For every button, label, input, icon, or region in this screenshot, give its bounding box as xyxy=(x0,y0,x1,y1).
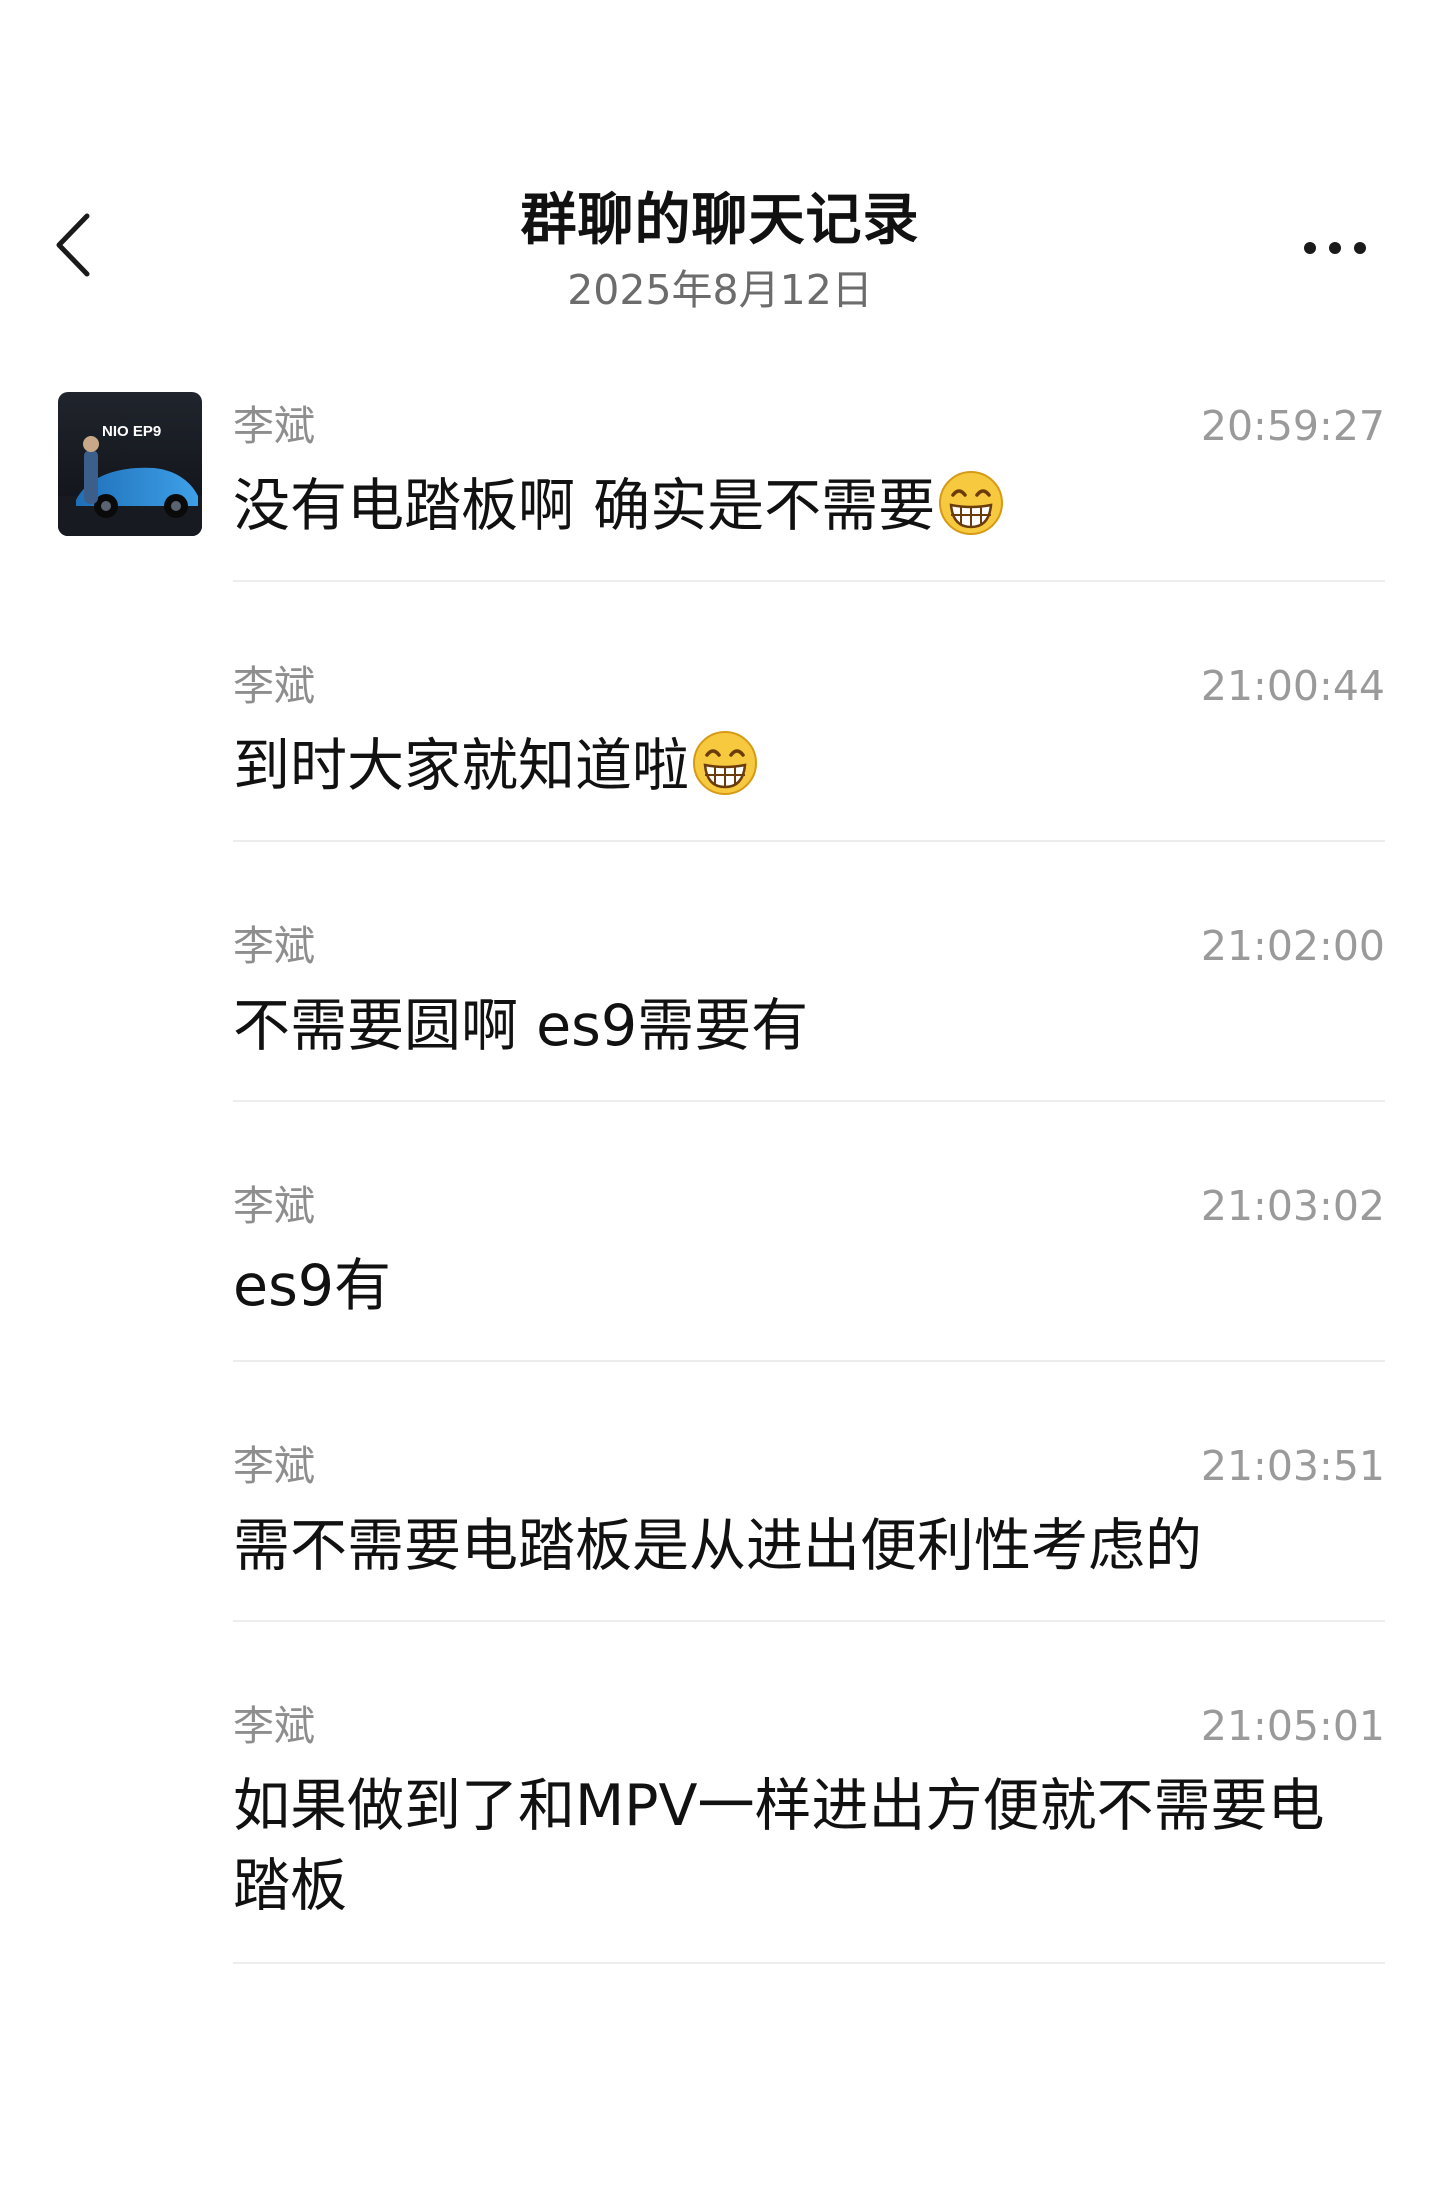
message-item: 李斌 21:03:02 es9有 xyxy=(233,1178,1385,1362)
message-time: 21:03:51 xyxy=(1200,1442,1385,1490)
avatar-image: NIO EP9 xyxy=(58,392,202,536)
message-item: 李斌 21:00:44 到时大家就知道啦 xyxy=(233,658,1385,842)
sender-name: 李斌 xyxy=(233,662,315,710)
message-text: 到时大家就知道啦 xyxy=(233,726,1385,806)
message-time: 21:00:44 xyxy=(1200,662,1385,710)
message-text: 不需要圆啊 es9需要有 xyxy=(233,993,809,1059)
message-text: es9有 xyxy=(233,1253,392,1319)
message-time: 21:05:01 xyxy=(1200,1702,1385,1750)
chat-date: 2025年8月12日 xyxy=(567,266,873,314)
message-item: 李斌 21:03:51 需不需要电踏板是从进出便利性考虑的 xyxy=(233,1438,1385,1622)
message-text: 需不需要电踏板是从进出便利性考虑的 xyxy=(233,1513,1202,1579)
message-text: 没有电踏板啊 确实是不需要 xyxy=(233,466,1385,546)
message-content: 没有电踏板啊 确实是不需要 xyxy=(233,473,936,539)
message-text: 如果做到了和MPV一样进出方便就不需要电踏板 xyxy=(233,1773,1325,1919)
message-item: 李斌 21:05:01 如果做到了和MPV一样进出方便就不需要电踏板 xyxy=(233,1698,1385,1964)
message-time: 21:02:00 xyxy=(1200,922,1385,970)
avatar-brand-text: NIO EP9 xyxy=(102,423,161,440)
message-time: 21:03:02 xyxy=(1200,1182,1385,1230)
grinning-face-icon xyxy=(939,471,1004,535)
message-item: 李斌 20:59:27 没有电踏板啊 确实是不需要 xyxy=(233,398,1385,582)
ellipsis-icon xyxy=(1304,242,1366,254)
sender-name: 李斌 xyxy=(233,1182,315,1230)
message-item: 李斌 21:02:00 不需要圆啊 es9需要有 xyxy=(233,918,1385,1102)
sender-name: 李斌 xyxy=(233,922,315,970)
chat-history-page: 群聊的聊天记录 2025年8月12日 NIO EP9 李斌 20:59:27 没… xyxy=(0,0,1440,2200)
message-content: 到时大家就知道啦 xyxy=(233,733,689,799)
sender-name: 李斌 xyxy=(233,1442,315,1490)
grinning-face-icon xyxy=(693,731,757,795)
avatar[interactable]: NIO EP9 xyxy=(58,392,202,536)
sender-name: 李斌 xyxy=(233,402,315,450)
more-button[interactable] xyxy=(1290,218,1380,278)
header: 群聊的聊天记录 2025年8月12日 xyxy=(0,0,1440,330)
sender-name: 李斌 xyxy=(233,1702,315,1750)
page-title: 群聊的聊天记录 xyxy=(520,188,920,253)
message-time: 20:59:27 xyxy=(1200,402,1385,450)
